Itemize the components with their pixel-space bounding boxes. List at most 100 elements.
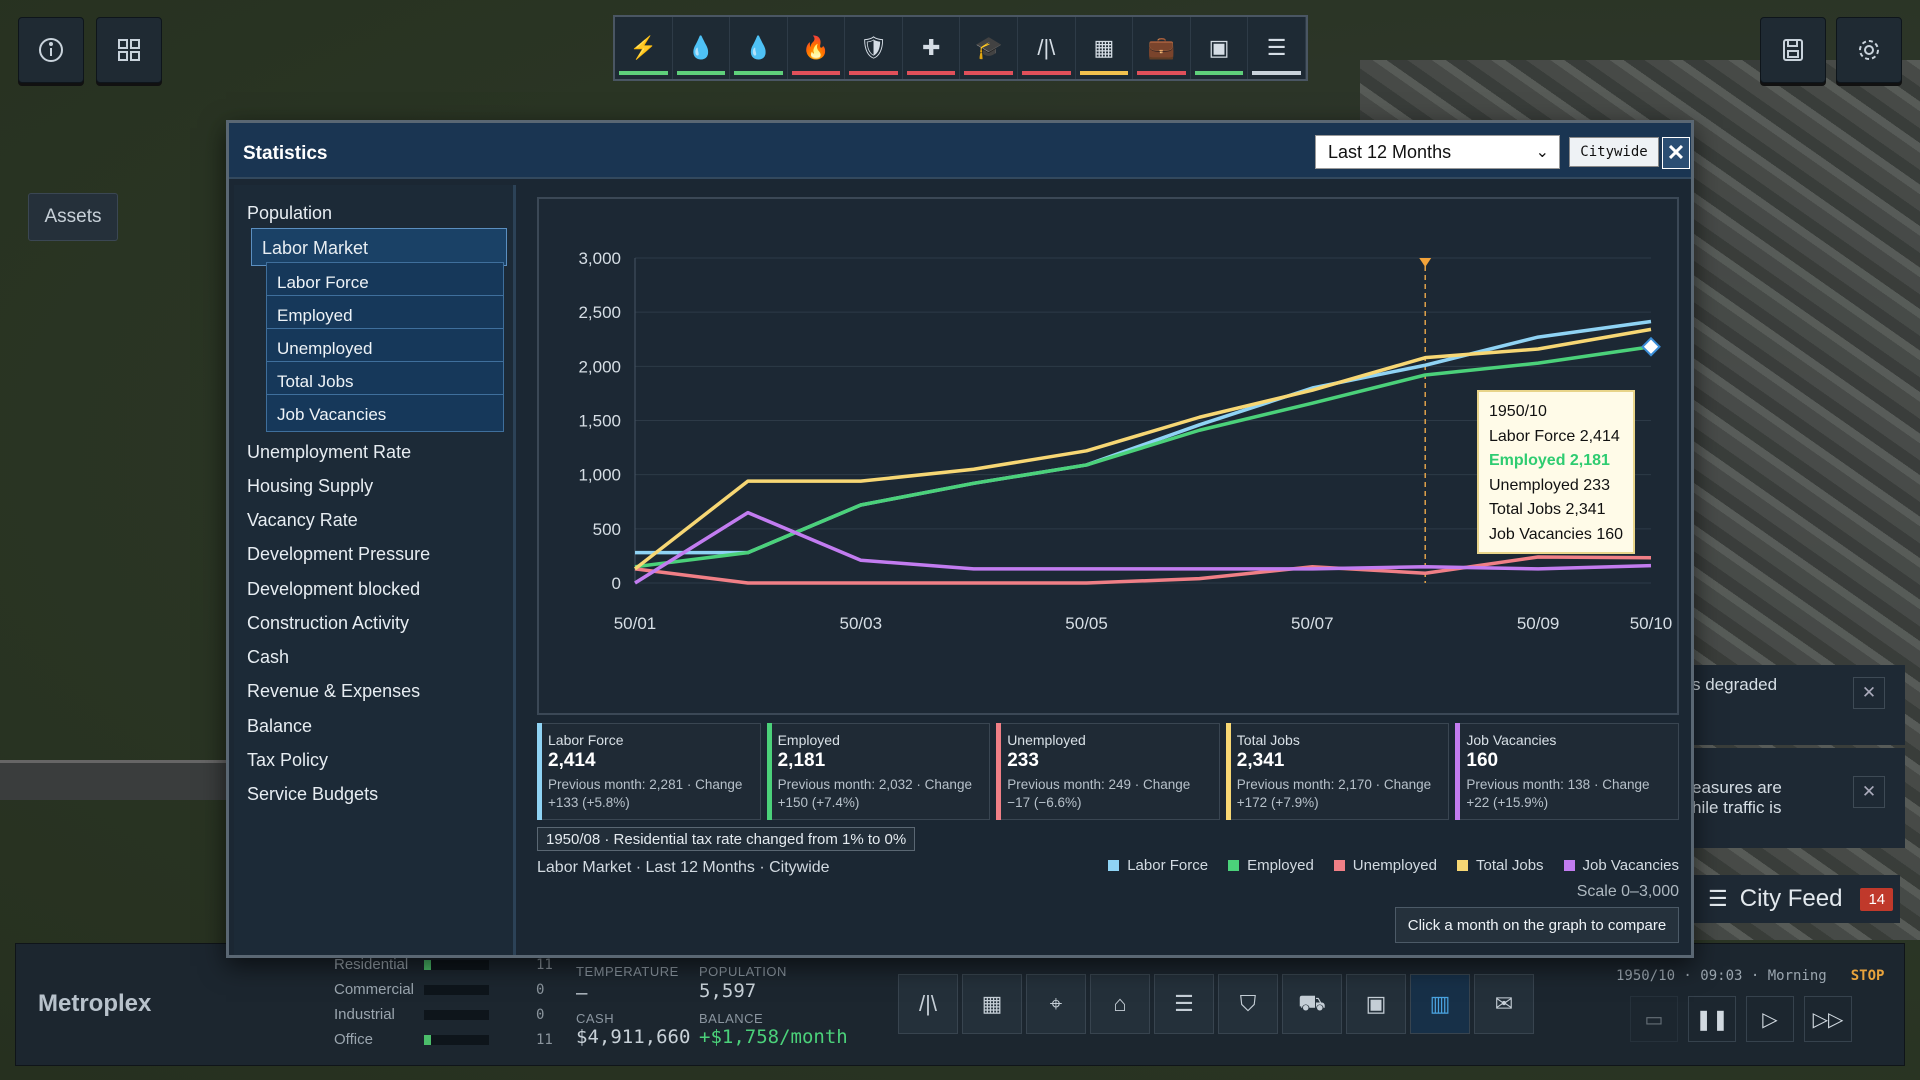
assets-button[interactable]: Assets [28,193,118,241]
population-label: POPULATION [699,964,787,979]
fast-forward-button[interactable]: ▷▷ [1804,996,1852,1042]
card-color-bar [996,723,1002,820]
card-change: +150 (+7.4%) [777,795,860,810]
status-bar [1252,71,1301,75]
scope-button[interactable]: Citywide [1569,137,1659,167]
period-value: Last 12 Months [1328,141,1452,162]
info-button[interactable] [18,17,84,83]
nav-item-balance[interactable]: Balance [247,716,312,737]
card-change: +172 (+7.9%) [1236,795,1319,810]
district-tool-button[interactable]: ⌂ [1090,974,1150,1034]
temperature-label: TEMPERATURE [576,964,679,979]
nav-item-vacancy-rate[interactable]: Vacancy Rate [247,510,358,531]
legend-label: Unemployed [1352,857,1437,874]
save-button[interactable] [1760,17,1826,83]
fire-icon: 🔥 [802,35,830,60]
tool-budget-button[interactable]: ▣ [1191,17,1249,79]
nav-item-population[interactable]: Population [247,203,332,224]
zone-label: Commercial [334,981,415,998]
nav-item-service-budgets[interactable]: Service Budgets [247,784,378,805]
budget-tool-button[interactable]: ▣ [1346,974,1406,1034]
bus-icon: ▭ [1644,1008,1664,1031]
close-button[interactable]: ✕ [1662,137,1690,169]
period-select[interactable]: Last 12 Months ⌄ [1315,135,1560,169]
legend-label: Job Vacancies [1582,857,1679,874]
settings-button[interactable] [1836,17,1902,83]
card-color-bar [537,723,542,820]
card-color-bar [1225,723,1231,820]
tool-police-button[interactable]: 🛡 [845,17,903,79]
health-icon: ✚ [921,35,941,60]
menu-icon: ☰ [1708,886,1728,911]
map-tool-button[interactable]: ⌖ [1026,974,1086,1034]
statistics-tool-button[interactable]: ▥ [1410,974,1470,1034]
nav-item-cash[interactable]: Cash [247,647,289,668]
legend-label: Employed [1247,857,1314,874]
bar-chart-icon: ▥ [1429,991,1451,1016]
tool-sewage-button[interactable]: 💧 [730,17,788,79]
wallet-icon: ▣ [1365,991,1387,1016]
road-icon: /|\ [919,991,937,1016]
nav-item-revenue-expenses[interactable]: Revenue & Expenses [247,681,420,702]
status-bar [1194,71,1244,75]
transit-tool-button[interactable]: ☰ [1154,974,1214,1034]
close-icon[interactable]: ✕ [1853,677,1885,709]
balance-label: BALANCE [699,1011,764,1026]
nav-item-labor-market[interactable]: Labor Market [251,228,507,266]
landmark-tool-button[interactable]: ⛉ [1218,974,1278,1034]
card-label: Unemployed [1007,732,1086,748]
legend-item: Total Jobs [1457,857,1544,874]
status-bar [849,71,898,75]
roads-icon: /|\ [1037,35,1056,60]
summary-card: Labor Force 2,414 Previous month: 2,281 · … [537,723,761,820]
water-icon: 💧 [687,35,715,60]
play-button[interactable]: ▷ [1746,996,1794,1042]
card-label: Employed [777,732,840,748]
zoning-icon: ▦ [1093,35,1115,60]
nav-item-housing-supply[interactable]: Housing Supply [247,476,373,497]
compare-hint-button[interactable]: Click a month on the graph to compare [1395,907,1679,943]
road-segment [0,760,240,800]
bulldoze-tool-button[interactable]: ⛟ [1282,974,1342,1034]
subnav-item-job-vacancies[interactable]: Job Vacancies [266,394,504,432]
tool-transit-button[interactable]: ☰ [1248,17,1306,79]
event-marker-icon[interactable] [1419,258,1432,267]
district-icon: ⌂ [1113,991,1127,1016]
temperature-value: — [576,982,588,1004]
selected-point-marker[interactable] [1641,336,1661,357]
card-value: 2,181 [777,750,826,771]
nav-item-unemployment-rate[interactable]: Unemployment Rate [247,442,411,463]
balance-value: +$1,758/month [699,1026,848,1048]
education-icon: 🎓 [975,35,1003,60]
tool-roads-button[interactable]: /|\ [1018,17,1076,79]
tool-health-button[interactable]: ✚ [903,17,961,79]
zone-value: 11 [536,957,553,973]
card-change: −17 (−6.6%) [1007,795,1082,810]
close-icon[interactable]: ✕ [1853,776,1885,808]
tool-zoning-button[interactable]: ▦ [1076,17,1134,79]
nav-item-development-blocked[interactable]: Development blocked [247,579,420,600]
tool-jobs-button[interactable]: 💼 [1133,17,1191,79]
roads-tool-button[interactable]: /|\ [898,974,958,1034]
tool-fire-button[interactable]: 🔥 [788,17,846,79]
card-previous: Previous month: 2,170 · Change [1236,777,1432,792]
card-label: Labor Force [548,732,624,748]
zone-value: 0 [536,1007,545,1023]
nav-item-development-pressure[interactable]: Development Pressure [247,544,430,565]
tooltip-unemployed: Unemployed 233 [1489,476,1610,494]
nav-item-tax-policy[interactable]: Tax Policy [247,750,328,771]
tool-water-button[interactable]: 💧 [673,17,731,79]
gear-icon [1859,40,1879,60]
dashboard-button[interactable] [96,17,162,83]
policy-tool-button[interactable]: ✉ [1474,974,1534,1034]
pause-button[interactable]: ❚❚ [1688,996,1736,1042]
legend-swatch [1457,860,1468,871]
city-feed-button[interactable]: ☰ City Feed 14 [1690,875,1900,923]
nav-item-construction-activity[interactable]: Construction Activity [247,613,409,634]
tool-education-button[interactable]: 🎓 [960,17,1019,79]
bulldozer-icon: ⛟ [1298,989,1326,1015]
zones-tool-button[interactable]: ▦ [962,974,1022,1034]
tool-power-button[interactable]: ⚡ [615,17,673,79]
transit-icon: ☰ [1266,35,1287,60]
legend-item: Unemployed [1333,857,1437,874]
